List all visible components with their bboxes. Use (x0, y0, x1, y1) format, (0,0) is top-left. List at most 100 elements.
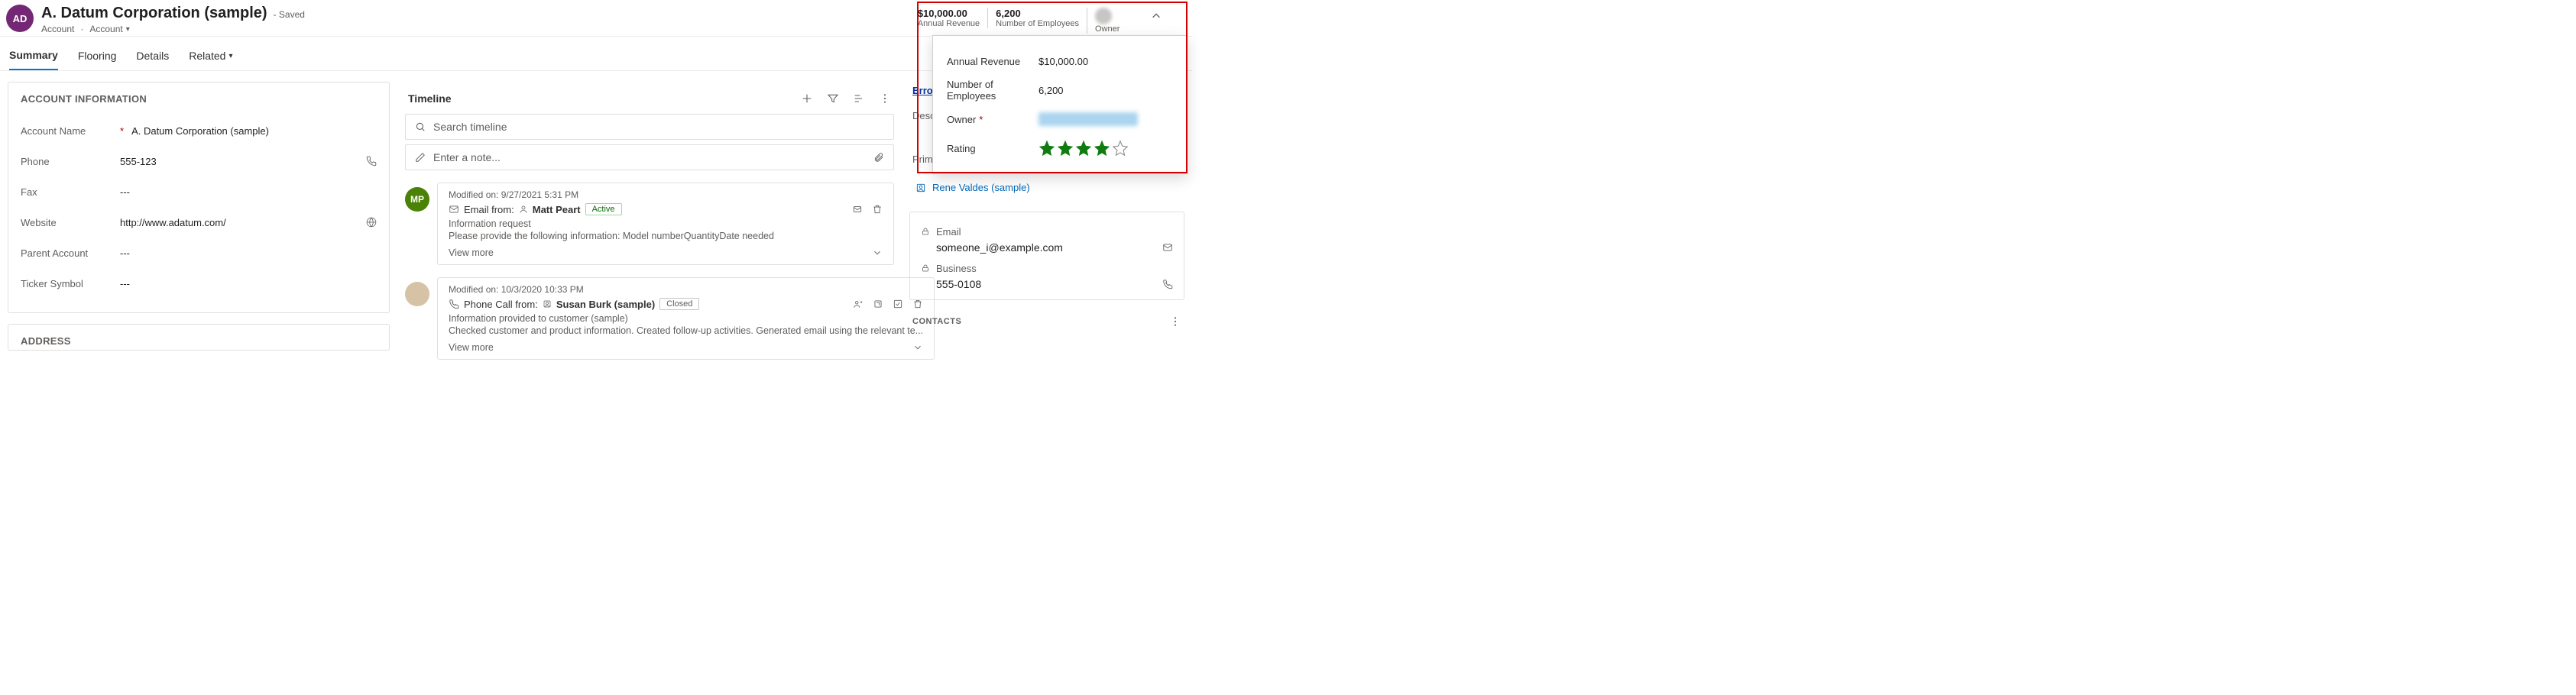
flyout-rating-label: Rating (947, 143, 1039, 154)
timeline-subject: Information provided to customer (sample… (449, 313, 923, 324)
metric-owner[interactable]: Owner (1087, 8, 1148, 34)
more-icon[interactable] (1169, 315, 1181, 328)
header-flyout: Annual Revenue $10,000.00 Number of Empl… (932, 35, 1188, 174)
avatar (405, 282, 429, 306)
email-value[interactable]: someone_i@example.com (936, 241, 1063, 254)
timeline-title: Timeline (408, 92, 452, 105)
chevron-down-icon: ▾ (126, 25, 130, 34)
field-ticker[interactable]: Ticker Symbol --- (21, 268, 377, 299)
open-icon[interactable] (873, 299, 883, 309)
metric-revenue-label: Annual Revenue (918, 19, 980, 28)
metric-employees[interactable]: 6,200 Number of Employees (987, 8, 1087, 28)
star-icon[interactable] (1094, 140, 1110, 157)
chevron-down-icon: ▾ (228, 52, 232, 60)
timeline-subject: Information request (449, 218, 883, 229)
chevron-down-icon[interactable] (872, 247, 883, 258)
contacts-section-label: CONTACTS (912, 317, 961, 326)
star-icon[interactable] (1075, 140, 1092, 157)
timeline-card[interactable]: Modified on: 9/27/2021 5:31 PM Email fro… (437, 183, 894, 265)
metric-owner-label: Owner (1095, 24, 1140, 34)
flyout-owner-value[interactable] (1039, 112, 1138, 126)
header-metrics: $10,000.00 Annual Revenue 6,200 Number o… (910, 5, 1186, 34)
contact-icon (915, 183, 926, 193)
account-information-card: ACCOUNT INFORMATION Account Name * A. Da… (8, 82, 390, 313)
breadcrumb-form: Account (89, 24, 122, 34)
timeline-kind: Email from: (464, 204, 514, 215)
business-label: Business (936, 263, 977, 274)
timeline-search[interactable]: Search timeline (405, 114, 894, 140)
record-title: A. Datum Corporation (sample) (41, 5, 267, 22)
timeline-card[interactable]: Modified on: 10/3/2020 10:33 PM Phone Ca… (437, 277, 935, 360)
required-indicator: * (120, 125, 124, 137)
send-email-icon[interactable] (1162, 242, 1173, 253)
metric-revenue[interactable]: $10,000.00 Annual Revenue (910, 8, 987, 28)
timeline-modified: Modified on: 9/27/2021 5:31 PM (449, 189, 578, 200)
timeline-column: Timeline Search timeline Enter a note... (405, 82, 894, 360)
star-icon[interactable] (1112, 140, 1129, 157)
person-icon (519, 205, 528, 214)
phone-icon[interactable] (366, 156, 377, 166)
timeline-item: MP Modified on: 9/27/2021 5:31 PM Email … (405, 183, 894, 265)
view-more-button[interactable]: View more (449, 342, 494, 353)
contact-icon (543, 299, 552, 309)
business-value[interactable]: 555-0108 (936, 278, 981, 290)
tab-related[interactable]: Related▾ (189, 49, 232, 70)
timeline-note-input[interactable]: Enter a note... (405, 144, 894, 170)
lock-icon (921, 227, 930, 236)
metric-employees-label: Number of Employees (996, 19, 1079, 28)
status-badge: Active (585, 203, 622, 215)
metric-revenue-value: $10,000.00 (918, 8, 980, 19)
record-header: AD A. Datum Corporation (sample) - Saved… (0, 0, 1192, 37)
contact-details-card: Email someone_i@example.com Business 555… (909, 212, 1184, 300)
email-icon (449, 204, 459, 215)
star-icon[interactable] (1057, 140, 1074, 157)
header-collapse-button[interactable] (1148, 8, 1165, 24)
timeline-person[interactable]: Matt Peart (533, 204, 581, 215)
timeline-person[interactable]: Susan Burk (sample) (556, 299, 655, 310)
add-icon[interactable] (801, 92, 813, 105)
phone-icon (449, 299, 459, 309)
more-icon[interactable] (879, 92, 891, 105)
attachment-icon[interactable] (873, 152, 884, 163)
tab-details[interactable]: Details (136, 49, 169, 70)
flyout-revenue-value[interactable]: $10,000.00 (1039, 56, 1088, 67)
owner-avatar (1095, 8, 1112, 24)
view-more-button[interactable]: View more (449, 247, 494, 258)
flyout-employees-value[interactable]: 6,200 (1039, 85, 1064, 96)
search-placeholder: Search timeline (433, 121, 507, 133)
breadcrumb-separator (77, 24, 86, 34)
save-state: - Saved (274, 9, 305, 20)
reply-icon[interactable] (852, 204, 863, 215)
field-phone[interactable]: Phone 555-123 (21, 146, 377, 176)
note-placeholder: Enter a note... (433, 151, 501, 163)
star-icon[interactable] (1039, 140, 1055, 157)
flyout-revenue-label: Annual Revenue (947, 56, 1039, 67)
filter-icon[interactable] (827, 92, 839, 105)
call-icon[interactable] (1162, 279, 1173, 289)
tab-summary[interactable]: Summary (9, 49, 58, 70)
timeline-body: Please provide the following information… (449, 231, 883, 241)
field-website[interactable]: Website http://www.adatum.com/ (21, 207, 377, 238)
field-fax[interactable]: Fax --- (21, 176, 377, 207)
sort-icon[interactable] (853, 92, 865, 105)
metric-employees-value: 6,200 (996, 8, 1079, 19)
timeline-modified: Modified on: 10/3/2020 10:33 PM (449, 284, 584, 295)
close-activity-icon[interactable] (893, 299, 903, 309)
delete-icon[interactable] (872, 204, 883, 215)
address-card: ADDRESS (8, 324, 390, 351)
section-title: ADDRESS (8, 325, 389, 350)
status-badge: Closed (659, 298, 699, 310)
section-title: ACCOUNT INFORMATION (8, 82, 389, 112)
field-parent-account[interactable]: Parent Account --- (21, 238, 377, 268)
breadcrumb[interactable]: Account Account ▾ (41, 24, 305, 34)
globe-icon[interactable] (366, 217, 377, 228)
tab-flooring[interactable]: Flooring (78, 49, 117, 70)
field-account-name[interactable]: Account Name * A. Datum Corporation (sam… (21, 115, 377, 146)
edit-icon (415, 152, 426, 163)
lock-icon (921, 263, 930, 273)
timeline-kind: Phone Call from: (464, 299, 538, 310)
rating-stars[interactable] (1039, 140, 1129, 157)
primary-contact-link[interactable]: Rene Valdes (sample) (915, 182, 1184, 193)
primary-contact-value: Rene Valdes (sample) (932, 182, 1030, 193)
assign-icon[interactable] (853, 299, 864, 309)
